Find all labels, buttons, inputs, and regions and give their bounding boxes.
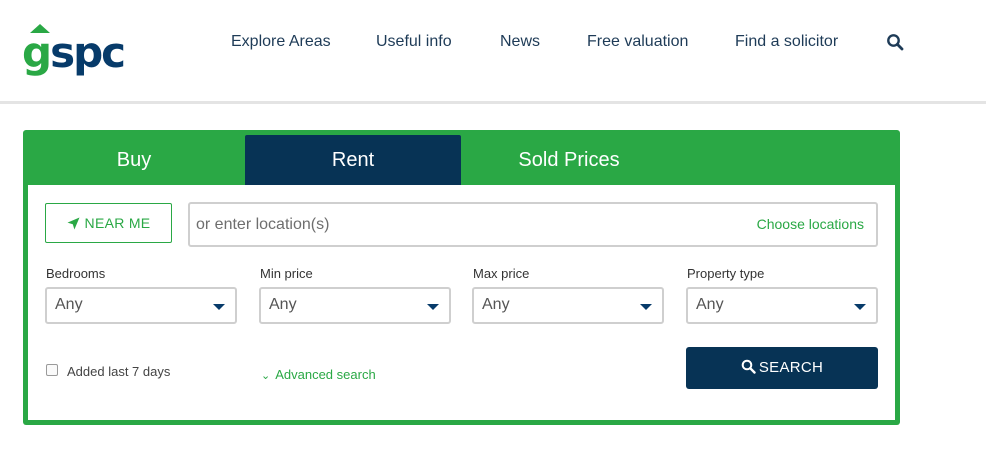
chevron-down-icon — [854, 304, 866, 310]
nav-useful-info[interactable]: Useful info — [376, 32, 452, 52]
tab-rent-label: Rent — [331, 149, 375, 171]
gspc-logo[interactable]: gspc — [22, 24, 126, 82]
location-field: Choose locations — [188, 202, 878, 247]
property-type-select[interactable]: Any — [686, 287, 878, 324]
logo-wordmark: gspc — [22, 28, 126, 77]
tab-buy[interactable]: Buy — [23, 135, 245, 185]
max-price-value: Any — [482, 296, 510, 313]
site-header: gspc Explore Areas Useful info News Free… — [0, 0, 986, 102]
advanced-search-link[interactable]: ⌄ Advanced search — [261, 367, 376, 382]
bedrooms-value: Any — [55, 296, 83, 313]
chevron-down-icon — [640, 304, 652, 310]
added-last-7-days-label[interactable]: Added last 7 days — [67, 364, 170, 379]
search-icon — [741, 359, 756, 374]
chevron-down-icon — [427, 304, 439, 310]
property-type-label: Property type — [687, 266, 765, 281]
near-me-label: NEAR ME — [84, 215, 151, 231]
min-price-value: Any — [269, 296, 297, 313]
tab-rent[interactable]: Rent — [245, 135, 461, 193]
search-button[interactable]: SEARCH — [686, 347, 878, 389]
chevron-down-icon: ⌄ — [261, 370, 271, 382]
location-input[interactable] — [196, 204, 736, 245]
max-price-label: Max price — [473, 266, 530, 281]
added-last-7-days-checkbox[interactable] — [46, 364, 58, 376]
choose-locations-link[interactable]: Choose locations — [757, 216, 864, 232]
nav-explore-areas[interactable]: Explore Areas — [231, 32, 331, 52]
bedrooms-select[interactable]: Any — [45, 287, 237, 324]
search-icon[interactable] — [886, 33, 904, 51]
min-price-label: Min price — [260, 266, 313, 281]
location-arrow-icon — [67, 217, 80, 230]
header-divider — [0, 101, 986, 104]
advanced-search-label: Advanced search — [275, 367, 376, 382]
nav-news[interactable]: News — [500, 32, 540, 52]
bedrooms-label: Bedrooms — [46, 266, 106, 281]
near-me-button[interactable]: NEAR ME — [45, 203, 172, 243]
nav-free-valuation[interactable]: Free valuation — [587, 32, 688, 52]
nav-find-a-solicitor[interactable]: Find a solicitor — [735, 32, 838, 52]
min-price-select[interactable]: Any — [259, 287, 451, 324]
chevron-down-icon — [213, 304, 225, 310]
search-button-label: SEARCH — [758, 359, 824, 376]
tab-sold-prices[interactable]: Sold Prices — [461, 135, 677, 185]
property-type-value: Any — [696, 296, 724, 313]
max-price-select[interactable]: Any — [472, 287, 664, 324]
